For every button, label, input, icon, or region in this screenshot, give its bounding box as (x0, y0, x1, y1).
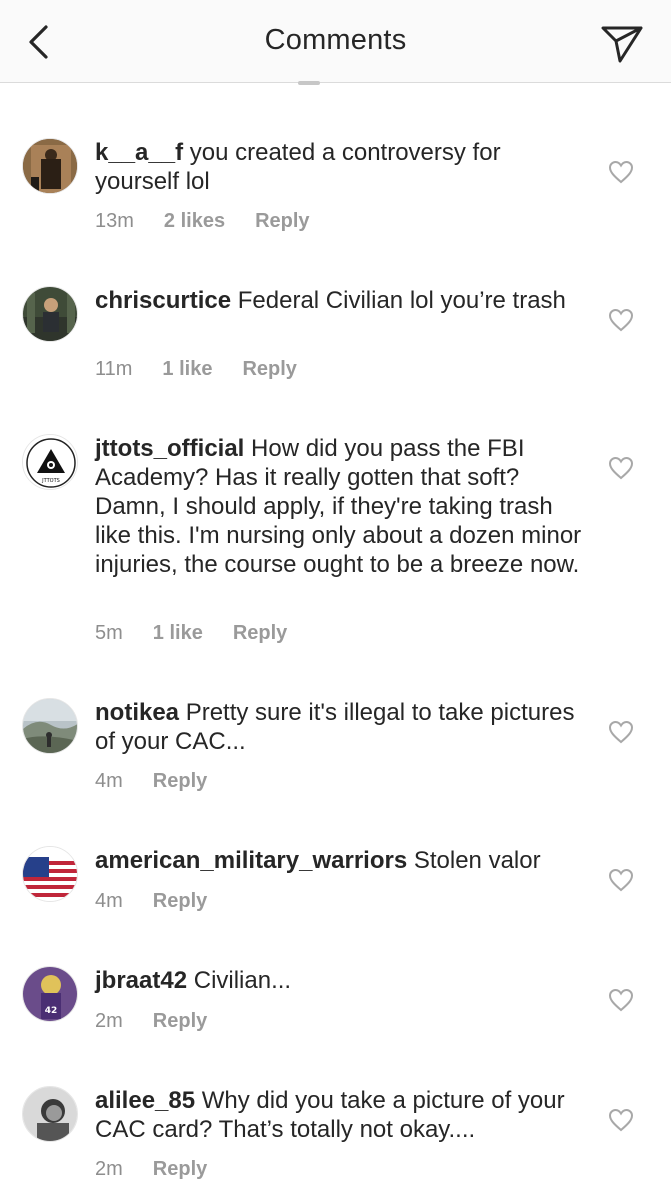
avatar-logo-text: JTTOTS (41, 478, 60, 484)
comment-meta: 13m 2 likes Reply (95, 210, 340, 233)
previous-comment-remnant (290, 78, 330, 86)
comment-time: 4m (95, 890, 123, 912)
top-bar: Comments (0, 0, 671, 83)
comment-username[interactable]: alilee_85 (95, 1087, 195, 1114)
heart-icon[interactable] (608, 308, 634, 332)
comment-time: 13m (95, 210, 134, 232)
share-button[interactable] (599, 22, 645, 66)
comment-time: 4m (95, 770, 123, 792)
avatar[interactable] (22, 846, 78, 902)
avatar[interactable] (22, 698, 78, 754)
avatar[interactable]: 42 (22, 966, 78, 1022)
page-title: Comments (264, 24, 407, 56)
comment-text: chriscurtice Federal Civilian lol you’re… (95, 286, 585, 315)
comment-text: k__a__f you created a controversy for yo… (95, 138, 585, 196)
heart-icon[interactable] (608, 456, 634, 480)
likes-count[interactable]: 1 like (153, 622, 203, 645)
comment-meta: 4m Reply (95, 890, 237, 913)
heart-icon[interactable] (608, 1108, 634, 1132)
avatar[interactable]: JTTOTS (22, 434, 78, 490)
comment-body: Federal Civilian lol you’re trash (231, 287, 566, 314)
comment-meta: 4m Reply (95, 770, 237, 793)
reply-button[interactable]: Reply (153, 770, 207, 793)
svg-text:42: 42 (45, 1006, 58, 1016)
paper-plane-icon (601, 26, 643, 63)
heart-icon[interactable] (608, 160, 634, 184)
heart-icon[interactable] (608, 988, 634, 1012)
comment-body: Stolen valor (407, 847, 541, 874)
comment-text: american_military_warriors Stolen valor (95, 846, 585, 875)
comment-username[interactable]: k__a__f (95, 139, 183, 166)
comment-meta: 2m Reply (95, 1010, 237, 1033)
comment-time: 11m (95, 358, 133, 380)
avatar[interactable] (22, 1086, 78, 1142)
reply-button[interactable]: Reply (153, 1010, 207, 1033)
comment-time: 5m (95, 622, 123, 644)
comment-text: jttots_official How did you pass the FBI… (95, 434, 585, 579)
avatar[interactable] (22, 138, 78, 194)
comment-meta: 2m Reply (95, 1158, 237, 1181)
comment-text: jbraat42 Civilian... (95, 966, 585, 995)
reply-button[interactable]: Reply (153, 890, 207, 913)
comment-time: 2m (95, 1010, 123, 1032)
comment-username[interactable]: jbraat42 (95, 967, 187, 994)
reply-button[interactable]: Reply (233, 622, 287, 645)
comment-text: alilee_85 Why did you take a picture of … (95, 1086, 585, 1144)
comment-username[interactable]: jttots_official (95, 435, 244, 462)
comment-body: Civilian... (187, 967, 292, 994)
likes-count[interactable]: 2 likes (164, 210, 225, 233)
reply-button[interactable]: Reply (153, 1158, 207, 1181)
reply-button[interactable]: Reply (255, 210, 309, 233)
comment-time: 2m (95, 1158, 123, 1180)
avatar[interactable] (22, 286, 78, 342)
reply-button[interactable]: Reply (242, 358, 296, 381)
comment-meta: 5m 1 like Reply (95, 622, 317, 645)
heart-icon[interactable] (608, 868, 634, 892)
likes-count[interactable]: 1 like (162, 358, 212, 381)
heart-icon[interactable] (608, 720, 634, 744)
comment-username[interactable]: notikea (95, 699, 179, 726)
comment-meta: 11m 1 like Reply (95, 358, 327, 381)
comment-text: notikea Pretty sure it's illegal to take… (95, 698, 585, 756)
comment-username[interactable]: american_military_warriors (95, 847, 407, 874)
comment-username[interactable]: chriscurtice (95, 287, 231, 314)
